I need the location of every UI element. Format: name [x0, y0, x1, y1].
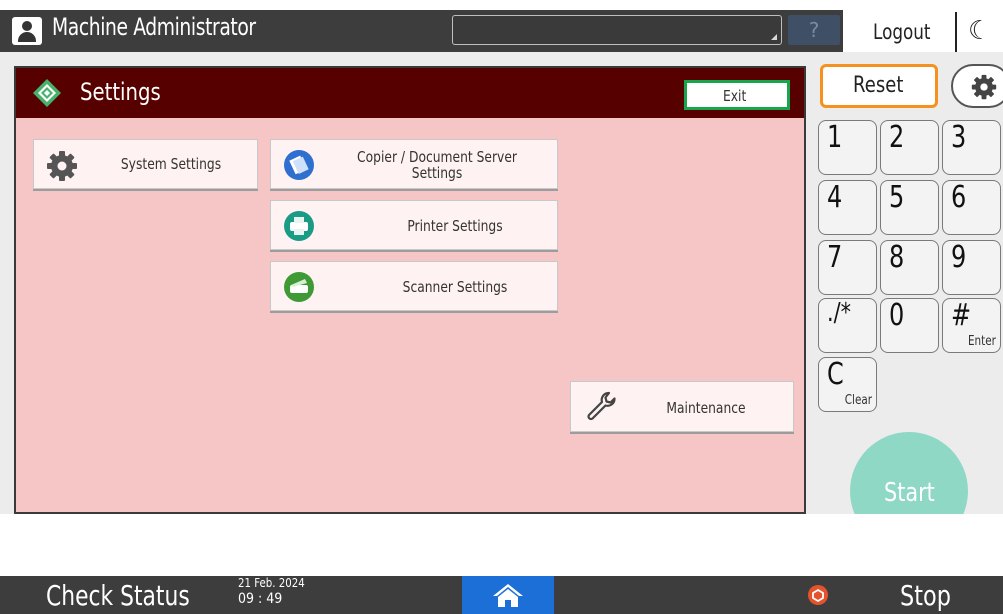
message-field[interactable] [452, 15, 782, 45]
scanner-settings-label: Scanner Settings [402, 278, 508, 296]
help-button[interactable]: ? [788, 15, 840, 45]
copier-icon [284, 150, 314, 180]
key-enter[interactable]: # Enter [942, 298, 1001, 353]
check-status-button[interactable]: Check Status [0, 576, 215, 614]
logout-button[interactable]: Logout [845, 12, 957, 52]
key-2[interactable]: 2 [880, 120, 939, 175]
clear-label: Clear [844, 393, 872, 408]
reset-button[interactable]: Reset [820, 64, 938, 108]
check-status-label: Check Status [46, 579, 190, 612]
resize-grip-icon [771, 34, 777, 40]
key-1[interactable]: 1 [818, 120, 877, 175]
gear-icon [47, 151, 77, 181]
key-clear[interactable]: C Clear [818, 357, 877, 412]
maintenance-button[interactable]: Maintenance [570, 381, 794, 432]
time-text: 09 : 49 [238, 591, 283, 607]
key-5[interactable]: 5 [880, 180, 939, 235]
start-label: Start [884, 478, 935, 508]
system-settings-label: System Settings [120, 155, 222, 173]
key-7[interactable]: 7 [818, 240, 877, 295]
key-0[interactable]: 0 [880, 298, 939, 353]
bottom-bar: Check Status 21 Feb. 2024 09 : 49 Stop [0, 576, 1003, 614]
settings-panel: Settings Exit System Settings Copier / D… [14, 66, 806, 514]
copier-settings-label: Copier / Document Server Settings [357, 148, 517, 182]
maintenance-label: Maintenance [666, 399, 746, 417]
settings-diamond-icon [33, 79, 61, 107]
bottom-spacer [0, 514, 1003, 576]
stop-icon [808, 585, 828, 605]
date-text: 21 Feb. 2024 [238, 576, 305, 590]
enter-label: Enter [968, 334, 996, 349]
key-9[interactable]: 9 [942, 240, 1001, 295]
key-8[interactable]: 8 [880, 240, 939, 295]
reset-label: Reset [853, 73, 904, 98]
exit-button[interactable]: Exit [684, 80, 790, 110]
wrench-icon [587, 391, 616, 421]
printer-settings-label: Printer Settings [407, 217, 503, 235]
stop-button[interactable]: Stop [790, 576, 1003, 614]
user-icon [12, 17, 42, 45]
panel-header: Settings Exit [16, 68, 804, 118]
page-title: Settings [80, 78, 161, 106]
printer-icon [284, 211, 314, 241]
settings-gear-button[interactable] [951, 64, 1003, 108]
system-settings-button[interactable]: System Settings [33, 139, 258, 189]
home-button[interactable] [462, 576, 554, 614]
exit-label: Exit [723, 87, 747, 105]
key-dot-star[interactable]: ./* [818, 298, 877, 353]
copier-settings-button[interactable]: Copier / Document Server Settings [270, 139, 558, 189]
top-bar: Machine Administrator ? Logout ☾ [0, 0, 1003, 52]
stop-label: Stop [900, 579, 951, 612]
key-3[interactable]: 3 [942, 120, 1001, 175]
gear-icon [971, 74, 997, 100]
key-6[interactable]: 6 [942, 180, 1001, 235]
key-4[interactable]: 4 [818, 180, 877, 235]
scanner-settings-button[interactable]: Scanner Settings [270, 261, 558, 311]
user-name: Machine Administrator [52, 13, 256, 41]
logout-label: Logout [873, 20, 931, 44]
printer-settings-button[interactable]: Printer Settings [270, 200, 558, 250]
scanner-icon [284, 272, 314, 302]
home-icon [493, 584, 523, 607]
moon-icon[interactable]: ☾ [968, 16, 991, 46]
